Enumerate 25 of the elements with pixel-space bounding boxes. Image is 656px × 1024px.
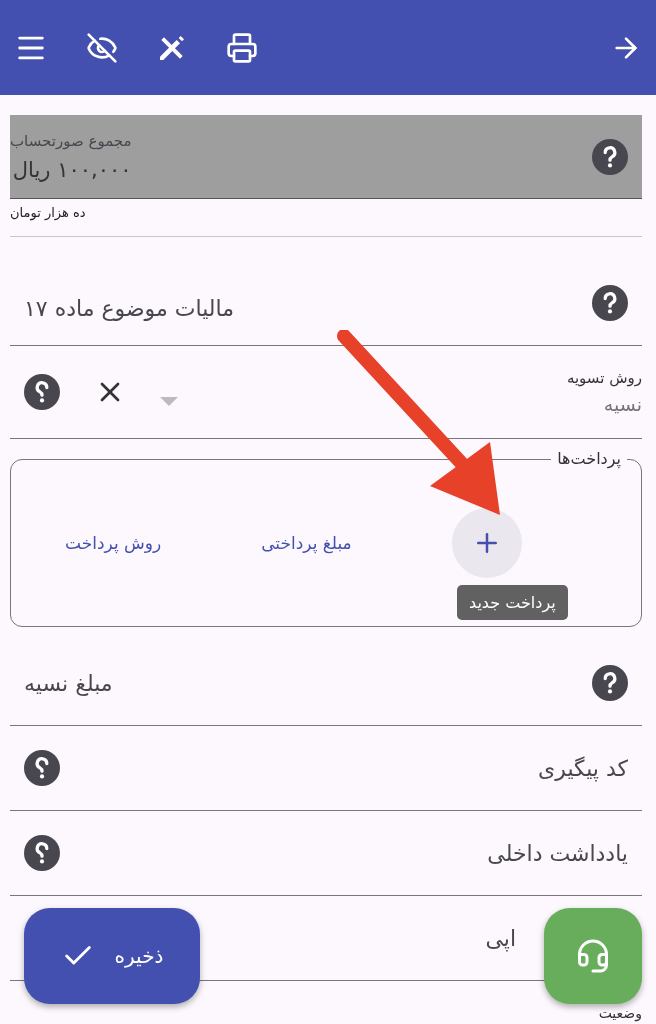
field-label: یادداشت داخلی (487, 840, 628, 866)
help-icon[interactable] (24, 750, 60, 786)
help-icon[interactable] (24, 835, 60, 871)
field-value: ۱۰۰,۰۰۰ ریال (11, 157, 132, 182)
help-icon[interactable] (592, 665, 628, 701)
printer-icon[interactable] (226, 31, 258, 64)
helper-text: ده هزار تومان (10, 204, 86, 220)
field-label: مبلغ نسیه (24, 670, 113, 696)
help-icon[interactable] (24, 374, 60, 410)
field-label: روش تسویه (566, 369, 642, 387)
field-label: مالیات موضوع ماده ۱۷ (24, 296, 234, 321)
field-label: وضعیت (598, 1005, 642, 1022)
tooltip: پرداخت جدید (457, 585, 568, 620)
save-button[interactable]: ذخیره (24, 908, 200, 1004)
eye-off-icon[interactable] (86, 31, 118, 64)
headset-icon (575, 938, 611, 974)
panel-legend: پرداخت‌ها (551, 449, 627, 468)
field-label: کد پیگیری (538, 755, 628, 781)
select-field[interactable]: نسیه (442, 393, 642, 415)
field-label: مجموع صورتحساب (10, 131, 132, 150)
support-button[interactable] (544, 908, 642, 1004)
column-header[interactable]: مبلغ پرداختی (261, 533, 352, 553)
field-label: اپی (485, 925, 516, 951)
column-header[interactable]: روش پرداخت (65, 533, 162, 553)
help-icon[interactable] (592, 285, 628, 321)
